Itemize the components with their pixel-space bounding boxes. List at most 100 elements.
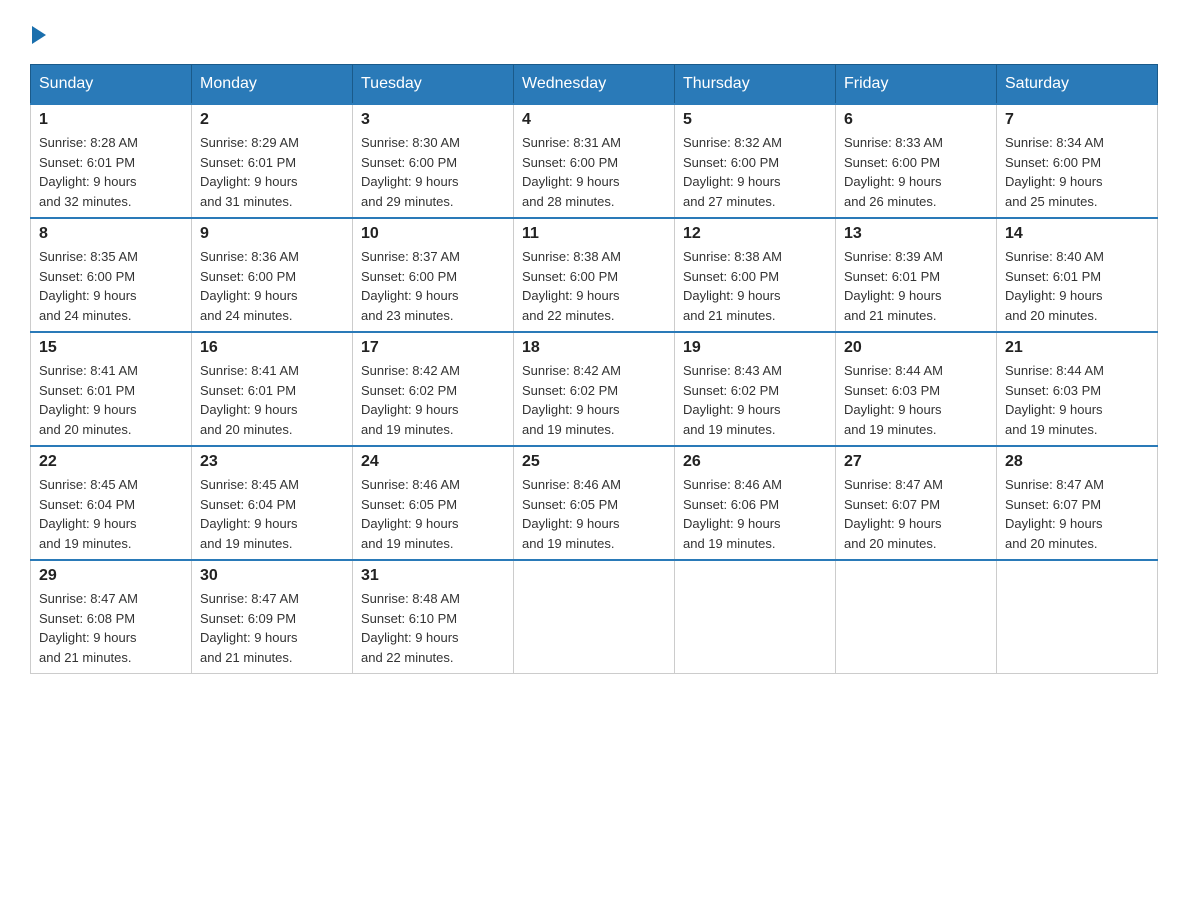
calendar-cell: 10 Sunrise: 8:37 AM Sunset: 6:00 PM Dayl… <box>353 218 514 332</box>
calendar-cell: 8 Sunrise: 8:35 AM Sunset: 6:00 PM Dayli… <box>31 218 192 332</box>
logo-arrow-icon <box>32 26 46 44</box>
day-number: 4 <box>522 111 666 129</box>
calendar-cell: 23 Sunrise: 8:45 AM Sunset: 6:04 PM Dayl… <box>192 446 353 560</box>
calendar-cell <box>836 560 997 674</box>
day-info: Sunrise: 8:38 AM Sunset: 6:00 PM Dayligh… <box>683 247 827 325</box>
day-number: 19 <box>683 339 827 357</box>
calendar-cell: 28 Sunrise: 8:47 AM Sunset: 6:07 PM Dayl… <box>997 446 1158 560</box>
day-info: Sunrise: 8:32 AM Sunset: 6:00 PM Dayligh… <box>683 133 827 211</box>
header-cell-tuesday: Tuesday <box>353 65 514 105</box>
header-cell-saturday: Saturday <box>997 65 1158 105</box>
day-number: 24 <box>361 453 505 471</box>
day-info: Sunrise: 8:30 AM Sunset: 6:00 PM Dayligh… <box>361 133 505 211</box>
calendar-cell: 12 Sunrise: 8:38 AM Sunset: 6:00 PM Dayl… <box>675 218 836 332</box>
calendar-week-row: 1 Sunrise: 8:28 AM Sunset: 6:01 PM Dayli… <box>31 104 1158 218</box>
calendar-cell: 13 Sunrise: 8:39 AM Sunset: 6:01 PM Dayl… <box>836 218 997 332</box>
day-number: 17 <box>361 339 505 357</box>
calendar-week-row: 22 Sunrise: 8:45 AM Sunset: 6:04 PM Dayl… <box>31 446 1158 560</box>
day-number: 5 <box>683 111 827 129</box>
calendar-cell: 17 Sunrise: 8:42 AM Sunset: 6:02 PM Dayl… <box>353 332 514 446</box>
day-info: Sunrise: 8:42 AM Sunset: 6:02 PM Dayligh… <box>361 361 505 439</box>
day-info: Sunrise: 8:44 AM Sunset: 6:03 PM Dayligh… <box>1005 361 1149 439</box>
calendar-cell: 25 Sunrise: 8:46 AM Sunset: 6:05 PM Dayl… <box>514 446 675 560</box>
day-number: 22 <box>39 453 183 471</box>
day-number: 8 <box>39 225 183 243</box>
day-info: Sunrise: 8:41 AM Sunset: 6:01 PM Dayligh… <box>200 361 344 439</box>
day-number: 2 <box>200 111 344 129</box>
day-info: Sunrise: 8:37 AM Sunset: 6:00 PM Dayligh… <box>361 247 505 325</box>
day-info: Sunrise: 8:46 AM Sunset: 6:05 PM Dayligh… <box>522 475 666 553</box>
calendar-cell: 6 Sunrise: 8:33 AM Sunset: 6:00 PM Dayli… <box>836 104 997 218</box>
day-number: 29 <box>39 567 183 585</box>
calendar-cell: 7 Sunrise: 8:34 AM Sunset: 6:00 PM Dayli… <box>997 104 1158 218</box>
day-number: 15 <box>39 339 183 357</box>
calendar-cell: 1 Sunrise: 8:28 AM Sunset: 6:01 PM Dayli… <box>31 104 192 218</box>
calendar-cell: 4 Sunrise: 8:31 AM Sunset: 6:00 PM Dayli… <box>514 104 675 218</box>
day-number: 14 <box>1005 225 1149 243</box>
day-number: 25 <box>522 453 666 471</box>
calendar-body: 1 Sunrise: 8:28 AM Sunset: 6:01 PM Dayli… <box>31 104 1158 674</box>
day-number: 23 <box>200 453 344 471</box>
header-cell-wednesday: Wednesday <box>514 65 675 105</box>
calendar-cell: 11 Sunrise: 8:38 AM Sunset: 6:00 PM Dayl… <box>514 218 675 332</box>
day-info: Sunrise: 8:39 AM Sunset: 6:01 PM Dayligh… <box>844 247 988 325</box>
calendar-week-row: 8 Sunrise: 8:35 AM Sunset: 6:00 PM Dayli… <box>31 218 1158 332</box>
day-number: 7 <box>1005 111 1149 129</box>
calendar-cell: 22 Sunrise: 8:45 AM Sunset: 6:04 PM Dayl… <box>31 446 192 560</box>
day-info: Sunrise: 8:45 AM Sunset: 6:04 PM Dayligh… <box>200 475 344 553</box>
day-info: Sunrise: 8:29 AM Sunset: 6:01 PM Dayligh… <box>200 133 344 211</box>
day-number: 11 <box>522 225 666 243</box>
calendar-week-row: 15 Sunrise: 8:41 AM Sunset: 6:01 PM Dayl… <box>31 332 1158 446</box>
calendar-cell: 24 Sunrise: 8:46 AM Sunset: 6:05 PM Dayl… <box>353 446 514 560</box>
calendar-cell: 31 Sunrise: 8:48 AM Sunset: 6:10 PM Dayl… <box>353 560 514 674</box>
day-info: Sunrise: 8:48 AM Sunset: 6:10 PM Dayligh… <box>361 589 505 667</box>
calendar-cell: 20 Sunrise: 8:44 AM Sunset: 6:03 PM Dayl… <box>836 332 997 446</box>
calendar-cell <box>675 560 836 674</box>
day-info: Sunrise: 8:45 AM Sunset: 6:04 PM Dayligh… <box>39 475 183 553</box>
day-number: 18 <box>522 339 666 357</box>
day-number: 12 <box>683 225 827 243</box>
day-info: Sunrise: 8:31 AM Sunset: 6:00 PM Dayligh… <box>522 133 666 211</box>
day-info: Sunrise: 8:34 AM Sunset: 6:00 PM Dayligh… <box>1005 133 1149 211</box>
calendar-cell <box>514 560 675 674</box>
day-number: 9 <box>200 225 344 243</box>
day-number: 13 <box>844 225 988 243</box>
day-info: Sunrise: 8:43 AM Sunset: 6:02 PM Dayligh… <box>683 361 827 439</box>
day-number: 1 <box>39 111 183 129</box>
day-number: 16 <box>200 339 344 357</box>
day-info: Sunrise: 8:47 AM Sunset: 6:09 PM Dayligh… <box>200 589 344 667</box>
calendar-cell: 16 Sunrise: 8:41 AM Sunset: 6:01 PM Dayl… <box>192 332 353 446</box>
calendar-cell: 30 Sunrise: 8:47 AM Sunset: 6:09 PM Dayl… <box>192 560 353 674</box>
calendar-cell: 26 Sunrise: 8:46 AM Sunset: 6:06 PM Dayl… <box>675 446 836 560</box>
header-cell-sunday: Sunday <box>31 65 192 105</box>
day-number: 20 <box>844 339 988 357</box>
day-number: 6 <box>844 111 988 129</box>
day-info: Sunrise: 8:47 AM Sunset: 6:07 PM Dayligh… <box>844 475 988 553</box>
logo-blue-part <box>30 30 46 44</box>
calendar-cell: 15 Sunrise: 8:41 AM Sunset: 6:01 PM Dayl… <box>31 332 192 446</box>
calendar-cell: 29 Sunrise: 8:47 AM Sunset: 6:08 PM Dayl… <box>31 560 192 674</box>
day-info: Sunrise: 8:47 AM Sunset: 6:08 PM Dayligh… <box>39 589 183 667</box>
day-info: Sunrise: 8:41 AM Sunset: 6:01 PM Dayligh… <box>39 361 183 439</box>
day-info: Sunrise: 8:33 AM Sunset: 6:00 PM Dayligh… <box>844 133 988 211</box>
header-cell-thursday: Thursday <box>675 65 836 105</box>
day-number: 28 <box>1005 453 1149 471</box>
calendar-cell: 3 Sunrise: 8:30 AM Sunset: 6:00 PM Dayli… <box>353 104 514 218</box>
calendar-week-row: 29 Sunrise: 8:47 AM Sunset: 6:08 PM Dayl… <box>31 560 1158 674</box>
calendar-cell: 27 Sunrise: 8:47 AM Sunset: 6:07 PM Dayl… <box>836 446 997 560</box>
day-number: 21 <box>1005 339 1149 357</box>
calendar-cell: 5 Sunrise: 8:32 AM Sunset: 6:00 PM Dayli… <box>675 104 836 218</box>
day-number: 31 <box>361 567 505 585</box>
day-info: Sunrise: 8:46 AM Sunset: 6:05 PM Dayligh… <box>361 475 505 553</box>
page-header <box>30 30 1158 44</box>
day-info: Sunrise: 8:40 AM Sunset: 6:01 PM Dayligh… <box>1005 247 1149 325</box>
calendar-cell: 19 Sunrise: 8:43 AM Sunset: 6:02 PM Dayl… <box>675 332 836 446</box>
day-number: 27 <box>844 453 988 471</box>
calendar-cell: 14 Sunrise: 8:40 AM Sunset: 6:01 PM Dayl… <box>997 218 1158 332</box>
day-info: Sunrise: 8:46 AM Sunset: 6:06 PM Dayligh… <box>683 475 827 553</box>
day-info: Sunrise: 8:47 AM Sunset: 6:07 PM Dayligh… <box>1005 475 1149 553</box>
calendar-cell: 2 Sunrise: 8:29 AM Sunset: 6:01 PM Dayli… <box>192 104 353 218</box>
header-cell-friday: Friday <box>836 65 997 105</box>
day-info: Sunrise: 8:44 AM Sunset: 6:03 PM Dayligh… <box>844 361 988 439</box>
calendar-cell: 21 Sunrise: 8:44 AM Sunset: 6:03 PM Dayl… <box>997 332 1158 446</box>
